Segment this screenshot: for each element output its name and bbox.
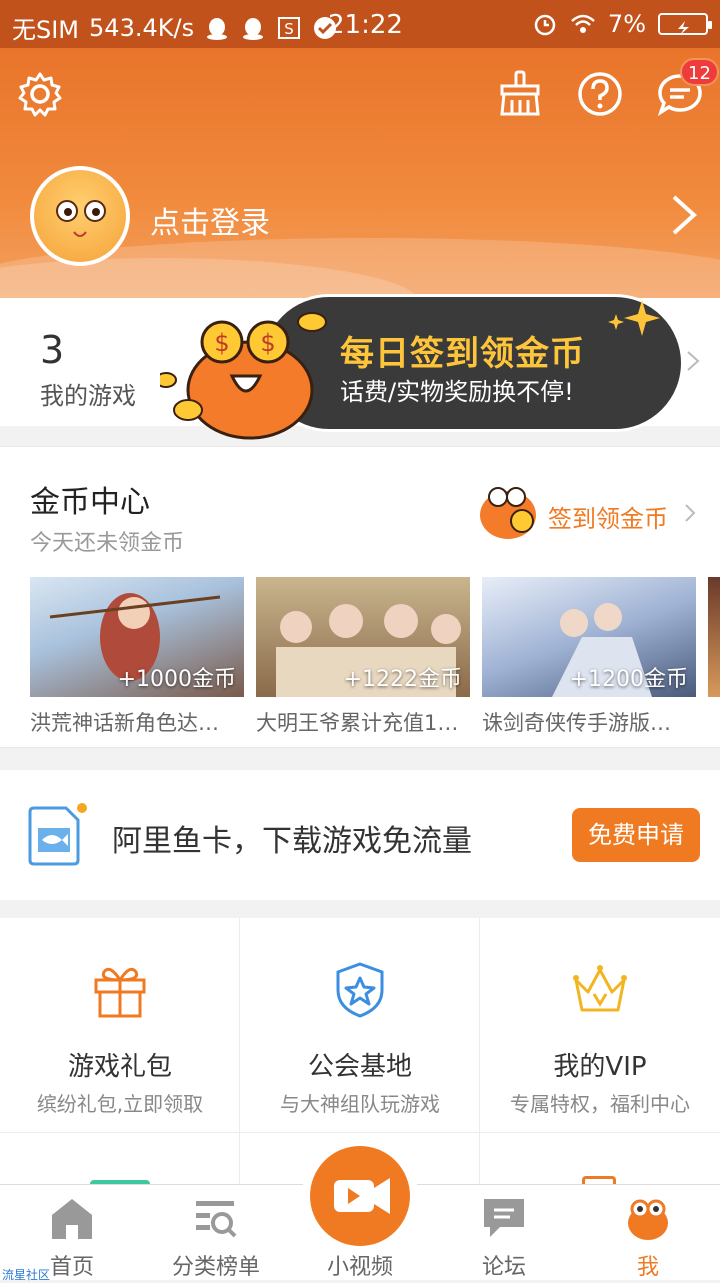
settings-icon[interactable] (16, 70, 64, 118)
sparkle-icon (608, 300, 660, 336)
gift-icon (94, 967, 146, 1018)
forum-icon (484, 1199, 524, 1237)
tab-label: 分类榜单 (171, 1255, 260, 1280)
coin-center-card: 金币中心 今天还未领金币 签到领金币 +1000金币 洪荒神话新角色达… +12… (0, 446, 720, 748)
svg-text:$: $ (214, 329, 229, 357)
chevron-right-icon (685, 504, 696, 522)
feature-title: 公会基地 (307, 1052, 412, 1082)
tab-label: 我 (636, 1255, 659, 1280)
coin-mascot-icon: $ $ (160, 312, 327, 440)
home-icon (52, 1199, 92, 1239)
my-games-label: 我的游戏 (40, 382, 136, 410)
coin-game-card[interactable]: +1200金币 诛剑奇侠传手游版… (482, 577, 696, 737)
coin-center-title: 金币中心 (30, 485, 150, 520)
status-bar: 无SIM 543.4K/s S 21:22 7% (0, 0, 720, 48)
free-apply-button[interactable]: 免费申请 (572, 808, 700, 862)
feature-subtitle: 专属特权，福利中心 (510, 1092, 690, 1116)
crown-icon (573, 965, 627, 1012)
qq-icon-2 (243, 17, 264, 40)
profile-header: 点击登录 (0, 48, 720, 298)
game-caption: 洪荒神话新角色达… (30, 711, 219, 735)
carrier-text: 无SIM (12, 16, 80, 44)
game-caption: 诛剑奇侠传手游版… (482, 711, 671, 735)
watermark-text: 流星社区 (2, 1268, 51, 1282)
game-image: +1222金币 (256, 577, 470, 697)
tab-forum[interactable]: 论坛 (432, 1185, 576, 1281)
feature-title: 我的VIP (553, 1052, 647, 1082)
help-icon[interactable] (576, 70, 624, 118)
feature-title: 游戏礼包 (67, 1052, 172, 1082)
fish-card-icon (28, 803, 87, 866)
tab-me[interactable]: 我 (576, 1185, 720, 1281)
fish-card-text: 阿里鱼卡，下载游戏免流量 (112, 824, 472, 859)
feature-subtitle: 与大神组队玩游戏 (280, 1092, 440, 1116)
coin-game-card[interactable]: +1000金币 洪荒神话新角色达… (30, 577, 244, 737)
qq-icon (207, 17, 228, 40)
feature-guild-base[interactable]: 公会基地 与大神组队玩游戏 (240, 918, 480, 1132)
tab-category-rank[interactable]: 分类榜单 (144, 1185, 288, 1281)
me-mascot-icon (628, 1199, 668, 1240)
game-caption: 大明王爷累计充值1… (256, 711, 459, 735)
coin-game-card[interactable]: +1222金币 大明王爷累计充值1… (256, 577, 470, 737)
coin-mascot-small-icon[interactable] (478, 479, 540, 543)
tab-label: 论坛 (481, 1255, 526, 1280)
svg-text:S: S (284, 20, 294, 38)
my-games-count: 3 (40, 328, 65, 372)
feature-game-gift[interactable]: 游戏礼包 缤纷礼包,立即领取 (0, 918, 240, 1132)
game-image (708, 577, 720, 697)
category-search-icon (196, 1201, 237, 1238)
short-video-button[interactable] (302, 1138, 418, 1254)
broom-icon[interactable] (496, 70, 544, 118)
video-camera-icon (334, 1178, 390, 1214)
avatar[interactable] (30, 166, 130, 266)
coin-center-subtitle: 今天还未领金币 (30, 531, 185, 556)
game-image: +1000金币 (30, 577, 244, 697)
coin-reward: +1000金币 (117, 667, 236, 692)
feature-my-vip[interactable]: 我的VIP 专属特权，福利中心 (480, 918, 720, 1132)
fish-card-row[interactable]: 阿里鱼卡，下载游戏免流量 免费申请 (0, 770, 720, 900)
mascot-avatar-image (34, 170, 126, 262)
wifi-icon (571, 14, 595, 33)
battery-percent: 7% (607, 10, 646, 38)
signin-coin-link[interactable]: 签到领金币 (548, 499, 668, 534)
login-link[interactable]: 点击登录 (150, 198, 270, 242)
network-speed: 543.4K/s (89, 13, 195, 42)
coin-reward: +1200金币 (569, 667, 688, 692)
banner-title: 每日签到领金币 (340, 334, 585, 374)
daily-signin-banner[interactable]: $ $ 每日签到领金币 话费/实物奖励换不停! (150, 280, 690, 450)
battery-icon (658, 13, 712, 35)
game-image: +1200金币 (482, 577, 696, 697)
message-badge: 12 (680, 58, 719, 86)
alarm-icon (534, 14, 556, 36)
clock: 21:22 (328, 10, 403, 40)
svg-text:$: $ (260, 329, 275, 357)
coin-reward: +1222金币 (343, 667, 462, 692)
feature-subtitle: 缤纷礼包,立即领取 (36, 1092, 204, 1116)
banner-subtitle: 话费/实物奖励换不停! (340, 378, 574, 406)
shield-star-icon (336, 962, 384, 1018)
s-app-icon: S (278, 16, 301, 39)
coin-game-card-partial[interactable] (708, 577, 720, 697)
chevron-right-icon[interactable] (670, 193, 698, 237)
